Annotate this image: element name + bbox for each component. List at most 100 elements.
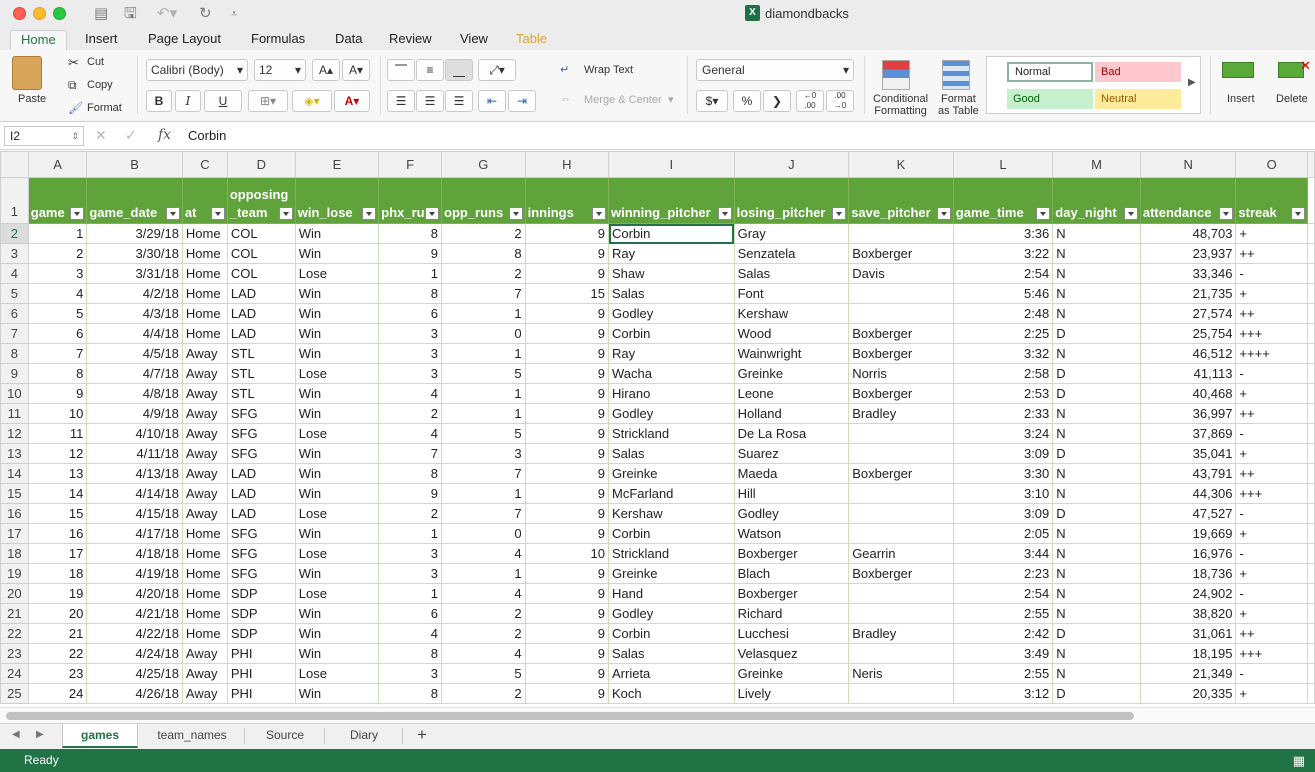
table-cell[interactable]: 2:25 [952, 323, 1054, 344]
filter-dropdown-icon[interactable] [1291, 207, 1305, 220]
table-cell[interactable]: SFG [226, 543, 296, 564]
table-cell[interactable]: Greinke [608, 463, 735, 484]
table-cell[interactable]: N [1052, 523, 1141, 544]
table-cell[interactable]: ++ [1235, 623, 1308, 644]
table-cell[interactable]: 4 [378, 383, 442, 404]
column-header-d[interactable]: D [226, 151, 296, 178]
table-cell[interactable]: 9 [524, 583, 610, 604]
table-cell[interactable]: 7 [441, 283, 526, 304]
empty-cell[interactable] [1307, 483, 1315, 504]
table-cell[interactable]: Home [181, 563, 228, 584]
name-box[interactable]: I2 ⇕ [4, 126, 84, 146]
table-cell[interactable]: Suarez [733, 443, 850, 464]
table-cell[interactable]: Wacha [608, 363, 735, 384]
table-cell[interactable]: Lose [294, 423, 380, 444]
sheet-tab-diary[interactable]: Diary [326, 724, 402, 748]
close-window-button[interactable] [13, 7, 26, 20]
table-cell[interactable]: + [1235, 523, 1308, 544]
table-cell[interactable]: Hill [733, 483, 850, 504]
table-cell[interactable]: 8 [378, 463, 442, 484]
table-cell[interactable]: +++ [1235, 323, 1308, 344]
table-cell[interactable]: N [1052, 243, 1141, 264]
table-header-cell[interactable]: streak [1235, 177, 1308, 224]
row-header[interactable]: 16 [0, 503, 29, 524]
select-all-corner[interactable] [0, 151, 29, 178]
table-cell[interactable]: ++++ [1235, 343, 1308, 364]
table-cell[interactable]: Win [294, 643, 380, 664]
table-cell[interactable]: 0 [441, 523, 526, 544]
table-cell[interactable]: Boxberger [848, 323, 954, 344]
table-cell[interactable]: N [1052, 263, 1141, 284]
table-cell[interactable]: Maeda [733, 463, 850, 484]
table-cell[interactable]: 18 [27, 563, 88, 584]
table-cell[interactable]: 4/10/18 [86, 423, 183, 444]
insert-cells-icon[interactable] [1222, 62, 1254, 78]
table-cell[interactable]: 3:49 [952, 643, 1054, 664]
table-cell[interactable]: 9 [524, 223, 610, 244]
style-good[interactable]: Good [1007, 89, 1093, 109]
paste-button[interactable]: Paste [18, 93, 46, 105]
table-cell[interactable]: Lucchesi [733, 623, 850, 644]
empty-cell[interactable] [1307, 283, 1315, 304]
table-cell[interactable]: Bradley [848, 623, 954, 644]
table-cell[interactable]: Boxberger [848, 243, 954, 264]
filter-dropdown-icon[interactable] [936, 207, 951, 220]
table-cell[interactable]: 9 [524, 423, 610, 444]
column-header-c[interactable]: C [181, 151, 228, 178]
table-cell[interactable]: 9 [524, 443, 610, 464]
empty-cell[interactable] [1307, 403, 1315, 424]
horizontal-scrollbar[interactable] [0, 707, 1315, 723]
table-header-cell[interactable]: game_time [952, 177, 1054, 224]
empty-cell[interactable] [1307, 343, 1315, 364]
table-cell[interactable]: 3 [27, 263, 88, 284]
number-format-select[interactable]: General ▾ [696, 59, 854, 81]
copy-icon[interactable]: ⧉ [68, 78, 77, 93]
row-header[interactable]: 3 [0, 243, 29, 264]
table-cell[interactable] [848, 443, 954, 464]
table-cell[interactable]: 3 [441, 443, 526, 464]
table-cell[interactable]: Font [733, 283, 850, 304]
table-cell[interactable]: Away [181, 483, 228, 504]
table-cell[interactable]: 2:33 [952, 403, 1054, 424]
table-cell[interactable]: SFG [226, 403, 296, 424]
table-cell[interactable]: 4 [441, 643, 526, 664]
table-cell[interactable]: 2:05 [952, 523, 1054, 544]
table-cell[interactable]: 2:23 [952, 563, 1054, 584]
table-cell[interactable]: 41,113 [1139, 363, 1237, 384]
table-cell[interactable]: 4/22/18 [86, 623, 183, 644]
table-cell[interactable]: SFG [226, 563, 296, 584]
tab-table[interactable]: Table [516, 30, 547, 50]
table-cell[interactable]: Davis [848, 263, 954, 284]
table-cell[interactable]: 9 [27, 383, 88, 404]
table-cell[interactable]: N [1052, 423, 1141, 444]
row-header[interactable]: 22 [0, 623, 29, 644]
table-cell[interactable]: 8 [378, 643, 442, 664]
empty-cell[interactable] [1307, 623, 1315, 644]
table-cell[interactable]: + [1235, 283, 1308, 304]
table-cell[interactable]: Greinke [733, 663, 850, 684]
table-cell[interactable]: 12 [27, 443, 88, 464]
row-header[interactable]: 2 [0, 223, 29, 244]
currency-button[interactable]: $▾ [696, 90, 728, 112]
table-cell[interactable]: 15 [27, 503, 88, 524]
gallery-more-icon[interactable]: ▶ [1188, 77, 1196, 88]
table-cell[interactable]: Boxberger [733, 543, 850, 564]
table-cell[interactable]: ++ [1235, 403, 1308, 424]
prev-sheet-icon[interactable]: ◀ [12, 729, 20, 740]
table-cell[interactable]: +++ [1235, 483, 1308, 504]
customize-toolbar-icon[interactable]: ⩡ [231, 4, 237, 24]
table-cell[interactable]: 3/31/18 [86, 263, 183, 284]
table-cell[interactable]: N [1052, 543, 1141, 564]
format-painter-icon[interactable]: 🖌 [68, 101, 83, 115]
increase-decimal-button[interactable]: ←0.00 [796, 90, 824, 112]
table-cell[interactable]: COL [226, 243, 296, 264]
table-cell[interactable]: 21 [27, 623, 88, 644]
table-cell[interactable]: Win [294, 563, 380, 584]
table-cell[interactable]: 9 [524, 683, 610, 704]
table-cell[interactable]: 3 [378, 343, 442, 364]
table-cell[interactable]: 4/15/18 [86, 503, 183, 524]
table-cell[interactable]: - [1235, 663, 1308, 684]
column-header-a[interactable]: A [27, 151, 88, 178]
table-cell[interactable]: LAD [226, 503, 296, 524]
table-cell[interactable]: + [1235, 683, 1308, 704]
